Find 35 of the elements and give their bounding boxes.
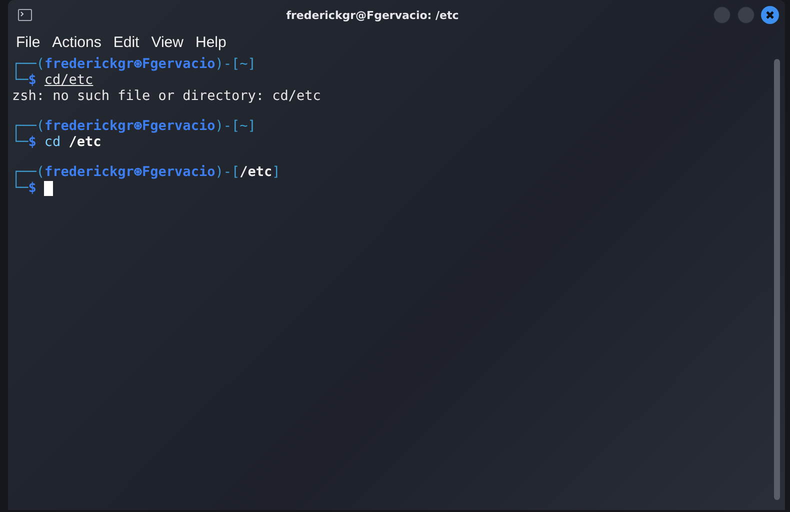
prompt-symbol: $ — [28, 180, 36, 196]
prompt-frame: ] — [272, 164, 280, 180]
command-text: cd/etc — [44, 72, 94, 88]
current-directory: /etc — [240, 164, 272, 180]
prompt-frame: ┌──( — [12, 56, 45, 72]
prompt-corner: └─ — [12, 72, 28, 88]
menu-item[interactable]: View — [151, 34, 184, 51]
user-host: frederickgr⊛Fgervacio — [44, 164, 216, 180]
prompt-symbol: $ — [28, 72, 36, 88]
scrollbar[interactable] — [774, 59, 780, 500]
menu-item[interactable]: File — [16, 34, 40, 51]
user-host: frederickgr⊛Fgervacio — [44, 56, 216, 72]
menu-item[interactable]: Actions — [52, 34, 102, 51]
prompt-frame: )-[ — [215, 118, 240, 134]
prompt-frame: ┌──( — [12, 118, 45, 134]
prompt-corner: └─ — [12, 180, 28, 196]
prompt-frame: ┌──( — [12, 164, 45, 180]
menu-item[interactable]: Edit — [113, 34, 140, 51]
close-button[interactable] — [761, 6, 779, 24]
output-line: zsh: no such file or directory: cd/etc — [12, 88, 322, 104]
window-title: frederickgr@Fgervacio: /etc — [285, 8, 460, 22]
command-text: cd /etc — [44, 134, 102, 150]
prompt-symbol: $ — [28, 134, 36, 150]
minimize-button[interactable] — [713, 6, 731, 24]
terminal-icon — [18, 9, 32, 21]
user-host: frederickgr⊛Fgervacio — [44, 118, 216, 134]
prompt-corner: └─ — [12, 134, 28, 150]
current-directory: ~ — [240, 56, 248, 72]
prompt-frame: )-[ — [215, 164, 240, 180]
prompt-frame: ] — [248, 56, 256, 72]
prompt-frame: )-[ — [215, 56, 240, 72]
maximize-button[interactable] — [737, 6, 755, 24]
current-directory: ~ — [240, 118, 248, 134]
menu-item[interactable]: Help — [195, 34, 226, 51]
prompt-frame: ] — [248, 118, 256, 134]
